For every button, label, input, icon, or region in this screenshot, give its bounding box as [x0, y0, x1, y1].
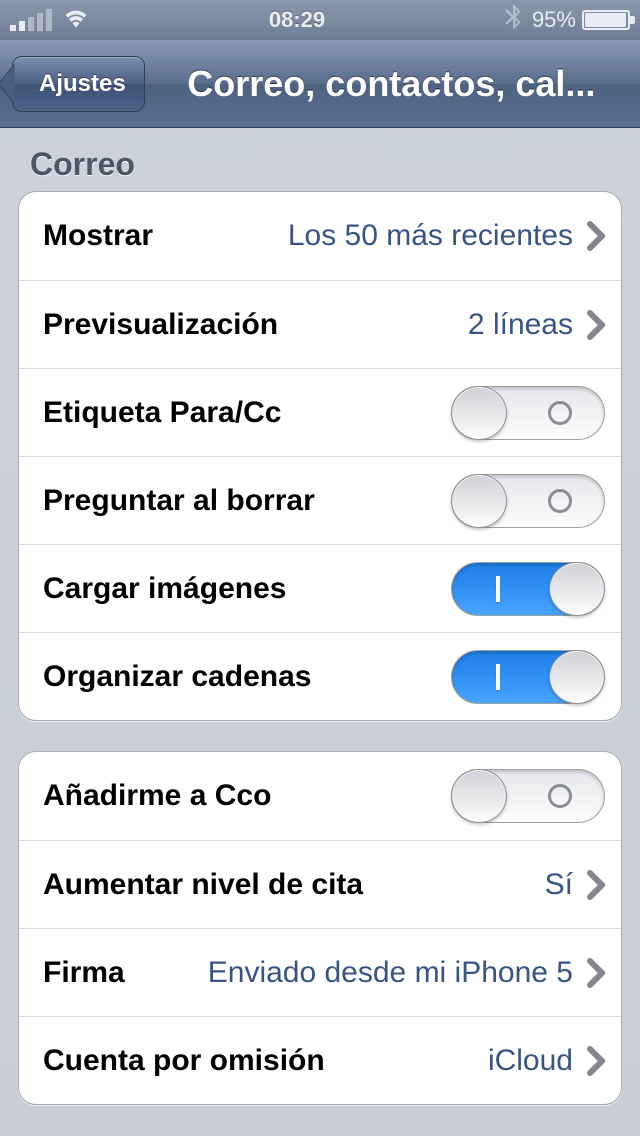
settings-group-mail: Mostrar Los 50 más recientes Previsualiz…: [18, 191, 622, 721]
battery-icon: [582, 10, 630, 30]
cell-value: iCloud: [488, 1044, 573, 1078]
cell-default-account[interactable]: Cuenta por omisión iCloud: [19, 1016, 621, 1104]
toggle-organize-threads[interactable]: [451, 650, 605, 704]
chevron-right-icon: [587, 1046, 605, 1076]
cell-label: Previsualización: [43, 308, 278, 342]
cell-label: Añadirme a Cco: [43, 779, 271, 813]
toggle-always-bcc[interactable]: [451, 769, 605, 823]
cellular-signal-icon: [10, 9, 52, 31]
cell-label: Etiqueta Para/Cc: [43, 396, 281, 430]
wifi-icon: [62, 6, 90, 34]
cell-label: Preguntar al borrar: [43, 484, 315, 518]
cell-value: 2 líneas: [468, 308, 573, 342]
cell-value: Los 50 más recientes: [288, 219, 573, 253]
cell-quote-level[interactable]: Aumentar nivel de cita Sí: [19, 840, 621, 928]
section-header-mail: Correo: [18, 128, 622, 191]
chevron-left-icon: [0, 64, 15, 104]
cell-label: Cuenta por omisión: [43, 1044, 325, 1078]
chevron-right-icon: [587, 310, 605, 340]
toggle-ask-before-delete[interactable]: [451, 474, 605, 528]
toggle-to-cc-label[interactable]: [451, 386, 605, 440]
chevron-right-icon: [587, 221, 605, 251]
cell-to-cc-label: Etiqueta Para/Cc: [19, 368, 621, 456]
status-clock: 08:29: [269, 7, 325, 33]
cell-label: Cargar imágenes: [43, 572, 286, 606]
cell-label: Firma: [43, 956, 125, 990]
chevron-right-icon: [587, 870, 605, 900]
cell-preview[interactable]: Previsualización 2 líneas: [19, 280, 621, 368]
battery-indicator: 95%: [532, 7, 630, 33]
cell-show[interactable]: Mostrar Los 50 más recientes: [19, 192, 621, 280]
cell-organize-threads: Organizar cadenas: [19, 632, 621, 720]
nav-bar: Ajustes Correo, contactos, cal...: [0, 40, 640, 128]
cell-signature[interactable]: Firma Enviado desde mi iPhone 5: [19, 928, 621, 1016]
settings-group-compose: Añadirme a Cco Aumentar nivel de cita Sí…: [18, 751, 622, 1105]
bluetooth-icon: [504, 4, 522, 36]
battery-percent: 95%: [532, 7, 576, 33]
status-bar: 08:29 95%: [0, 0, 640, 40]
settings-content: Correo Mostrar Los 50 más recientes Prev…: [0, 128, 640, 1105]
cell-label: Mostrar: [43, 219, 153, 253]
chevron-right-icon: [587, 958, 605, 988]
back-button[interactable]: Ajustes: [12, 56, 145, 112]
cell-value: Sí: [545, 868, 573, 902]
cell-always-bcc: Añadirme a Cco: [19, 752, 621, 840]
cell-label: Organizar cadenas: [43, 660, 311, 694]
cell-load-images: Cargar imágenes: [19, 544, 621, 632]
cell-value: Enviado desde mi iPhone 5: [143, 956, 573, 990]
cell-label: Aumentar nivel de cita: [43, 868, 363, 902]
cell-ask-before-delete: Preguntar al borrar: [19, 456, 621, 544]
back-button-label: Ajustes: [39, 70, 126, 98]
toggle-load-images[interactable]: [451, 562, 605, 616]
page-title: Correo, contactos, cal...: [145, 63, 628, 105]
